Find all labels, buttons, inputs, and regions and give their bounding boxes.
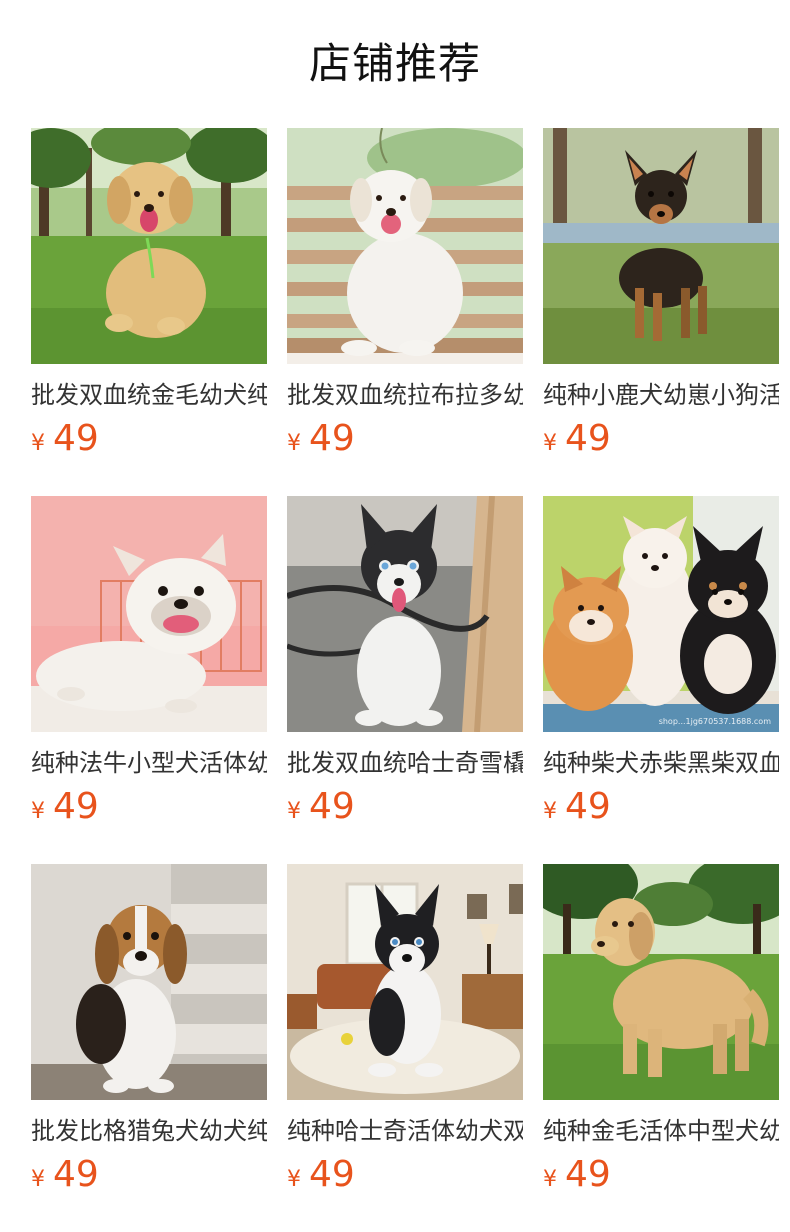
price-value: 49 <box>309 418 355 459</box>
product-image[interactable] <box>543 128 779 364</box>
product-image[interactable] <box>31 496 267 732</box>
product-card[interactable]: 纯种小鹿犬幼崽小狗活体 ¥49 <box>543 128 779 496</box>
price-value: 49 <box>565 786 611 827</box>
product-image[interactable] <box>31 864 267 1100</box>
product-card[interactable]: 批发双血统拉布拉多幼犬 ¥49 <box>287 128 523 496</box>
currency-symbol: ¥ <box>287 1167 301 1192</box>
product-image[interactable] <box>287 496 523 732</box>
product-price: ¥49 <box>287 416 523 462</box>
currency-symbol: ¥ <box>543 799 557 824</box>
product-image[interactable] <box>287 864 523 1100</box>
currency-symbol: ¥ <box>287 431 301 456</box>
product-name[interactable]: 批发双血统拉布拉多幼犬 <box>287 378 523 412</box>
product-card[interactable]: 纯种法牛小型犬活体幼犬 ¥49 <box>31 496 267 864</box>
price-value: 49 <box>565 418 611 459</box>
product-name[interactable]: 批发双血统金毛幼犬纯种 <box>31 378 267 412</box>
price-value: 49 <box>53 418 99 459</box>
product-name[interactable]: 纯种小鹿犬幼崽小狗活体 <box>543 378 779 412</box>
product-card[interactable]: 纯种哈士奇活体幼犬双血统 ¥49 <box>287 864 523 1232</box>
product-name[interactable]: 批发双血统哈士奇雪橇犬 <box>287 746 523 780</box>
product-price: ¥49 <box>31 1152 267 1198</box>
product-price: ¥49 <box>287 1152 523 1198</box>
product-price: ¥49 <box>31 784 267 830</box>
currency-symbol: ¥ <box>543 1167 557 1192</box>
currency-symbol: ¥ <box>31 431 45 456</box>
product-card[interactable]: 批发双血统金毛幼犬纯种 ¥49 <box>31 128 267 496</box>
product-card[interactable]: shop...1jg670537.1688.com 纯种柴犬赤柴黑柴双血统 ¥4… <box>543 496 779 864</box>
product-card[interactable]: 批发双血统哈士奇雪橇犬 ¥49 <box>287 496 523 864</box>
price-value: 49 <box>309 786 355 827</box>
product-card[interactable]: 纯种金毛活体中型犬幼犬 ¥49 <box>543 864 779 1232</box>
product-price: ¥49 <box>287 784 523 830</box>
product-image[interactable] <box>31 128 267 364</box>
product-price: ¥49 <box>543 1152 779 1198</box>
product-name[interactable]: 纯种哈士奇活体幼犬双血统 <box>287 1114 523 1148</box>
product-price: ¥49 <box>543 784 779 830</box>
product-image[interactable] <box>543 864 779 1100</box>
price-value: 49 <box>565 1154 611 1195</box>
price-value: 49 <box>309 1154 355 1195</box>
currency-symbol: ¥ <box>31 1167 45 1192</box>
product-image[interactable] <box>287 128 523 364</box>
currency-symbol: ¥ <box>31 799 45 824</box>
price-value: 49 <box>53 1154 99 1195</box>
product-price: ¥49 <box>543 416 779 462</box>
product-name[interactable]: 批发比格猎兔犬幼犬纯种 <box>31 1114 267 1148</box>
product-name[interactable]: 纯种法牛小型犬活体幼犬 <box>31 746 267 780</box>
image-watermark: shop...1jg670537.1688.com <box>658 717 771 726</box>
currency-symbol: ¥ <box>287 799 301 824</box>
price-value: 49 <box>53 786 99 827</box>
product-grid: 批发双血统金毛幼犬纯种 ¥49 <box>31 128 779 1232</box>
product-name[interactable]: 纯种金毛活体中型犬幼犬 <box>543 1114 779 1148</box>
product-name[interactable]: 纯种柴犬赤柴黑柴双血统 <box>543 746 779 780</box>
product-price: ¥49 <box>31 416 267 462</box>
product-image[interactable]: shop...1jg670537.1688.com <box>543 496 779 732</box>
currency-symbol: ¥ <box>543 431 557 456</box>
page-title: 店铺推荐 <box>308 39 481 88</box>
product-card[interactable]: 批发比格猎兔犬幼犬纯种 ¥49 <box>31 864 267 1232</box>
